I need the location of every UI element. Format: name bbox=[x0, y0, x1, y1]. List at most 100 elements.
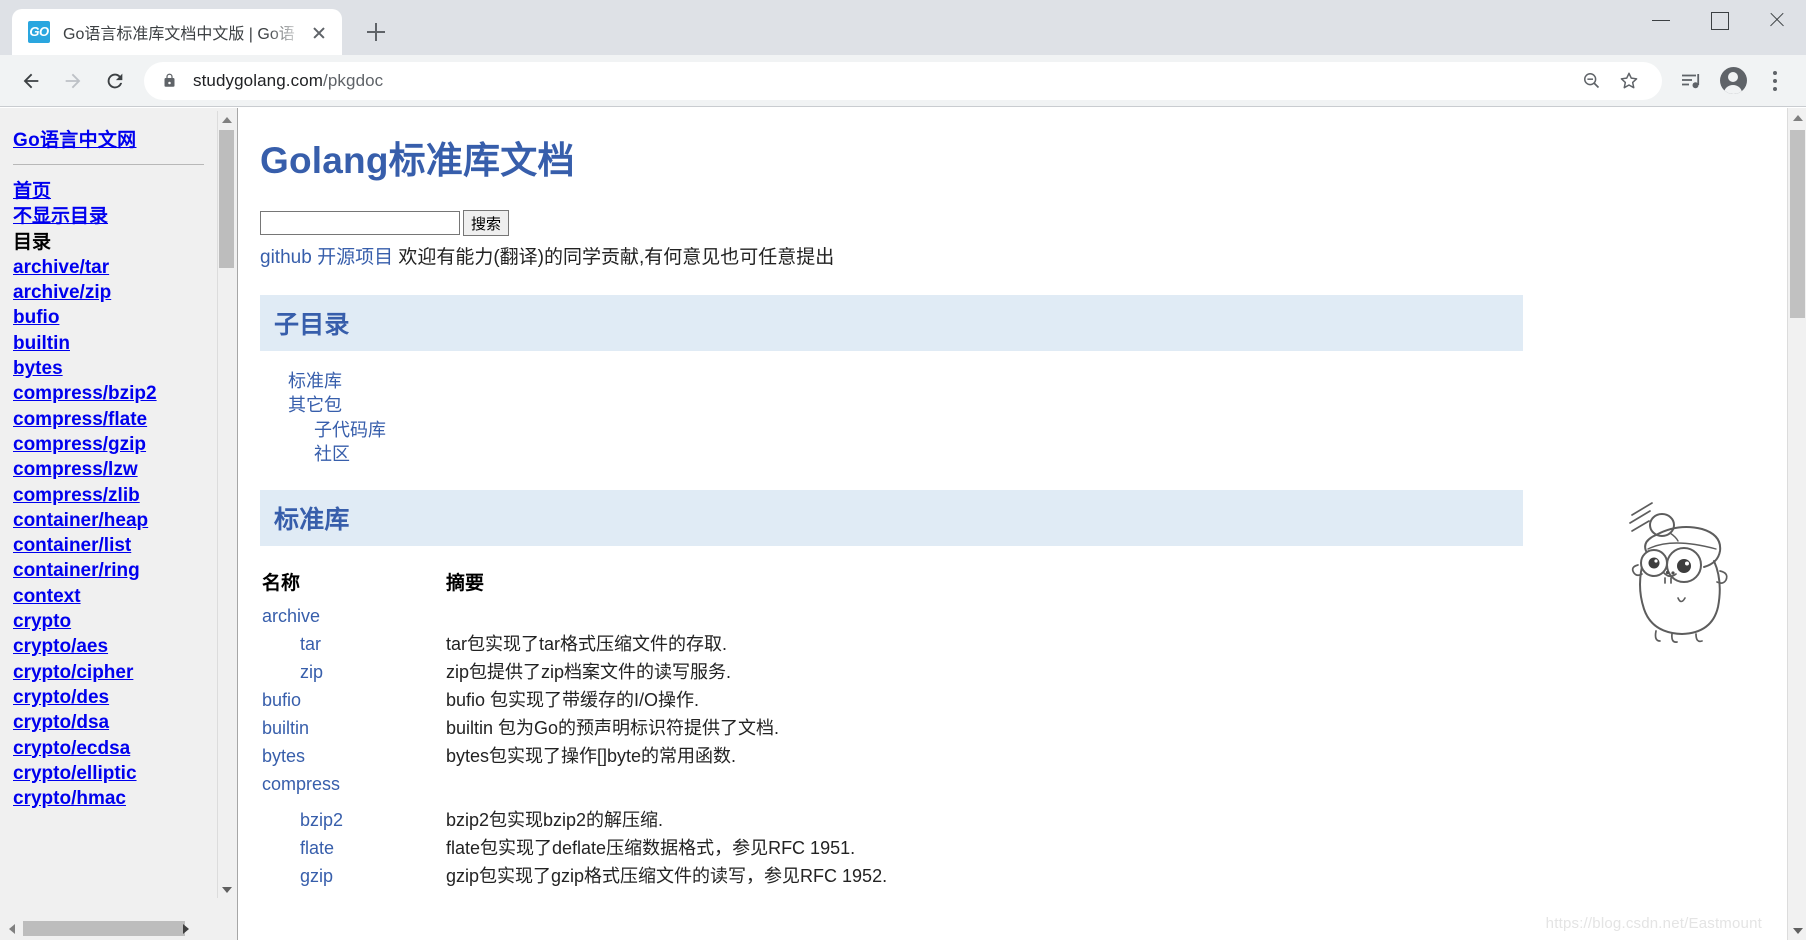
sidebar-item-container-ring[interactable]: container/ring bbox=[13, 558, 218, 583]
package-summary-cell: builtin 包为Go的预声明标识符提供了文档. bbox=[446, 718, 780, 739]
sidebar-item-crypto-cipher[interactable]: crypto/cipher bbox=[13, 660, 218, 685]
subdir-link-community[interactable]: 社区 bbox=[314, 442, 1788, 467]
search-button[interactable]: 搜索 bbox=[463, 210, 510, 236]
media-playlist-icon[interactable] bbox=[1670, 60, 1712, 102]
sidebar-item-compress-flate[interactable]: compress/flate bbox=[13, 407, 218, 432]
table-row-spacer bbox=[260, 799, 1340, 807]
sidebar-scroll-thumb[interactable] bbox=[219, 130, 234, 268]
subdir-link-other[interactable]: 其它包 bbox=[288, 393, 1788, 418]
table-row: zip zip包提供了zip档案文件的读写服务. bbox=[260, 659, 1340, 687]
package-link-archive[interactable]: archive bbox=[262, 606, 320, 626]
forward-arrow-icon[interactable] bbox=[52, 60, 94, 102]
package-summary-cell: tar包实现了tar格式压缩文件的存取. bbox=[446, 634, 728, 655]
github-link[interactable]: github bbox=[260, 247, 312, 268]
package-link-zip[interactable]: zip bbox=[300, 662, 323, 682]
sidebar-item-compress-bzip2[interactable]: compress/bzip2 bbox=[13, 381, 218, 406]
package-link-gzip[interactable]: gzip bbox=[300, 866, 333, 886]
subdir-link-stdlib[interactable]: 标准库 bbox=[288, 369, 1788, 394]
content-frame: Golang标准库文档 搜索 github 开源项目 欢迎有能力(翻译)的同学贡… bbox=[238, 108, 1806, 940]
package-summary-cell bbox=[446, 603, 1340, 631]
window-close-button[interactable] bbox=[1748, 0, 1806, 38]
window-minimize-button[interactable] bbox=[1632, 0, 1690, 38]
sidebar-item-bytes[interactable]: bytes bbox=[13, 356, 218, 381]
sidebar-item-crypto[interactable]: crypto bbox=[13, 609, 218, 634]
content-scroll-down-arrow-icon[interactable] bbox=[1788, 921, 1806, 940]
sidebar-item-hide-toc[interactable]: 不显示目录 bbox=[13, 204, 218, 229]
open-source-project-link[interactable]: 开源项目 bbox=[317, 247, 393, 268]
sidebar-hscroll-thumb[interactable] bbox=[23, 921, 185, 936]
scroll-right-arrow-icon[interactable] bbox=[177, 920, 194, 937]
package-summary-cell: bufio 包实现了带缓存的I/O操作. bbox=[446, 690, 700, 711]
content-scroll-up-arrow-icon[interactable] bbox=[1788, 108, 1806, 127]
package-link-flate[interactable]: flate bbox=[300, 838, 334, 858]
sidebar-item-archive-zip[interactable]: archive/zip bbox=[13, 280, 218, 305]
sidebar-site-title[interactable]: Go语言中文网 bbox=[13, 125, 137, 152]
sidebar-item-builtin[interactable]: builtin bbox=[13, 331, 218, 356]
sidebar-item-container-heap[interactable]: container/heap bbox=[13, 508, 218, 533]
package-summary-cell: gzip包实现了gzip格式压缩文件的读写，参见RFC 1952. bbox=[446, 866, 888, 887]
sidebar-heading-toc: 目录 bbox=[13, 231, 52, 253]
tab-strip: GO Go语言标准库文档中文版 | Go语 bbox=[0, 0, 1632, 55]
package-link-bzip2[interactable]: bzip2 bbox=[300, 810, 343, 830]
package-summary-cell bbox=[446, 771, 1340, 799]
table-row: gzip gzip包实现了gzip格式压缩文件的读写，参见RFC 1952. bbox=[260, 863, 1340, 891]
sidebar-horizontal-scrollbar[interactable] bbox=[3, 920, 218, 937]
address-bar-url: studygolang.com/pkgdoc bbox=[193, 71, 1572, 91]
package-link-tar[interactable]: tar bbox=[300, 634, 321, 654]
sidebar-item-home[interactable]: 首页 bbox=[13, 179, 218, 204]
sidebar-item-archive-tar[interactable]: archive/tar bbox=[13, 255, 218, 280]
sidebar-item-compress-lzw[interactable]: compress/lzw bbox=[13, 457, 218, 482]
table-row: flate flate包实现了deflate压缩数据格式，参见RFC 1951. bbox=[260, 835, 1340, 863]
content-vertical-scrollbar[interactable] bbox=[1787, 108, 1806, 940]
package-summary-cell: flate包实现了deflate压缩数据格式，参见RFC 1951. bbox=[446, 838, 856, 859]
package-name-cell: bufio bbox=[260, 687, 446, 715]
scroll-up-arrow-icon[interactable] bbox=[218, 111, 235, 128]
package-link-compress[interactable]: compress bbox=[262, 774, 340, 794]
subdir-link-subrepo[interactable]: 子代码库 bbox=[314, 418, 1788, 443]
lock-icon bbox=[162, 72, 177, 89]
scroll-left-arrow-icon[interactable] bbox=[3, 920, 20, 937]
table-row: bytes bytes包实现了操作[]byte的常用函数. bbox=[260, 743, 1340, 771]
package-name-cell: bytes bbox=[260, 743, 446, 771]
sidebar-item-crypto-hmac[interactable]: crypto/hmac bbox=[13, 786, 218, 811]
package-name-cell: bzip2 bbox=[260, 807, 446, 835]
star-icon[interactable] bbox=[1610, 62, 1648, 100]
content-scroll-thumb[interactable] bbox=[1790, 130, 1805, 318]
profile-avatar-icon[interactable] bbox=[1712, 60, 1754, 102]
address-bar[interactable]: studygolang.com/pkgdoc bbox=[144, 61, 1662, 100]
sidebar-item-crypto-elliptic[interactable]: crypto/elliptic bbox=[13, 761, 218, 786]
reload-icon[interactable] bbox=[94, 60, 136, 102]
column-header-name: 名称 bbox=[262, 572, 301, 594]
new-tab-button[interactable] bbox=[356, 12, 396, 52]
window-controls bbox=[1632, 0, 1806, 55]
zoom-out-icon[interactable] bbox=[1572, 62, 1610, 100]
search-input[interactable] bbox=[260, 211, 460, 235]
package-name-cell: compress bbox=[260, 771, 446, 799]
package-link-bufio[interactable]: bufio bbox=[262, 690, 301, 710]
back-arrow-icon[interactable] bbox=[10, 60, 52, 102]
browser-window: GO Go语言标准库文档中文版 | Go语 studygolang.com/pk… bbox=[0, 0, 1806, 940]
kebab-menu-icon[interactable] bbox=[1754, 60, 1796, 102]
table-row: builtin builtin 包为Go的预声明标识符提供了文档. bbox=[260, 715, 1340, 743]
package-link-builtin[interactable]: builtin bbox=[262, 718, 309, 738]
sidebar-item-compress-zlib[interactable]: compress/zlib bbox=[13, 483, 218, 508]
page-title: Golang标准库文档 bbox=[260, 140, 575, 181]
sidebar-item-crypto-ecdsa[interactable]: crypto/ecdsa bbox=[13, 736, 218, 761]
package-name-cell: zip bbox=[260, 659, 446, 687]
sidebar-item-container-list[interactable]: container/list bbox=[13, 533, 218, 558]
sidebar-frame: Go语言中文网 首页 不显示目录 目录 archive/tar archive/… bbox=[0, 108, 238, 940]
sidebar-item-compress-gzip[interactable]: compress/gzip bbox=[13, 432, 218, 457]
sidebar-item-crypto-aes[interactable]: crypto/aes bbox=[13, 634, 218, 659]
package-link-bytes[interactable]: bytes bbox=[262, 746, 305, 766]
browser-tab[interactable]: GO Go语言标准库文档中文版 | Go语 bbox=[12, 9, 342, 55]
github-notice: github 开源项目 欢迎有能力(翻译)的同学贡献,有何意见也可任意提出 bbox=[260, 244, 1788, 272]
scroll-down-arrow-icon[interactable] bbox=[218, 881, 235, 898]
sidebar: Go语言中文网 首页 不显示目录 目录 archive/tar archive/… bbox=[3, 111, 218, 919]
window-maximize-button[interactable] bbox=[1690, 0, 1748, 38]
sidebar-item-context[interactable]: context bbox=[13, 584, 218, 609]
tab-close-icon[interactable] bbox=[306, 19, 332, 45]
sidebar-item-crypto-dsa[interactable]: crypto/dsa bbox=[13, 710, 218, 735]
sidebar-item-bufio[interactable]: bufio bbox=[13, 305, 218, 330]
sidebar-vertical-scrollbar[interactable] bbox=[217, 111, 234, 898]
sidebar-item-crypto-des[interactable]: crypto/des bbox=[13, 685, 218, 710]
